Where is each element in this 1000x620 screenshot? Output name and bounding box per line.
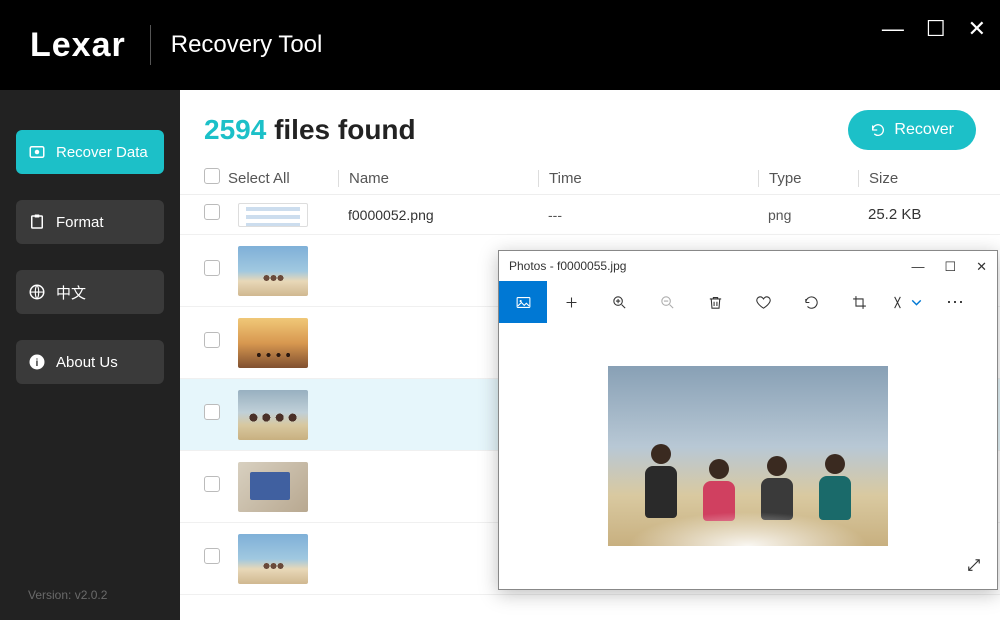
brand-logo: Lexar [0, 26, 150, 65]
sidebar-item-label: Format [56, 214, 104, 231]
favorite-button[interactable] [739, 281, 787, 323]
sidebar-item-label: About Us [56, 354, 118, 371]
files-count: 2594 [204, 114, 266, 145]
row-checkbox[interactable] [204, 260, 220, 276]
col-time[interactable]: Time [538, 170, 758, 187]
close-icon[interactable]: ✕ [968, 18, 986, 40]
table-row[interactable]: f0000052.png --- png 25.2 KB [180, 195, 1000, 235]
info-icon: i [28, 353, 46, 371]
zoom-in-button[interactable] [595, 281, 643, 323]
globe-icon [28, 283, 46, 301]
svg-text:i: i [36, 357, 39, 369]
row-checkbox[interactable] [204, 332, 220, 348]
col-type[interactable]: Type [758, 170, 858, 187]
sidebar-item-language[interactable]: 中文 [16, 270, 164, 314]
refresh-icon [870, 122, 886, 138]
select-all-checkbox[interactable] [204, 168, 220, 184]
row-checkbox[interactable] [204, 204, 220, 220]
viewer-minimize-icon[interactable]: — [911, 260, 924, 273]
minimize-icon[interactable]: — [882, 18, 904, 40]
row-checkbox[interactable] [204, 476, 220, 492]
file-thumbnail[interactable] [238, 462, 308, 512]
window-controls: — ☐ ✕ [882, 18, 986, 40]
format-icon [28, 213, 46, 231]
col-name[interactable]: Name [338, 170, 538, 187]
photo-viewer-body [499, 323, 997, 589]
app-title: Recovery Tool [151, 31, 323, 59]
viewer-maximize-icon[interactable]: ☐ [944, 260, 956, 273]
file-thumbnail[interactable] [238, 246, 308, 296]
version-label: Version: v2.0.2 [0, 588, 180, 620]
sidebar-item-label: 中文 [56, 282, 86, 303]
title-bar: Lexar Recovery Tool — ☐ ✕ [0, 0, 1000, 90]
files-found-heading: 2594 files found [204, 114, 416, 146]
rotate-button[interactable] [787, 281, 835, 323]
file-type: png [758, 207, 858, 223]
sidebar-item-about[interactable]: i About Us [16, 340, 164, 384]
column-headers: Select All Name Time Type Size [180, 164, 1000, 195]
photo-preview [608, 366, 888, 546]
expand-button[interactable] [965, 556, 983, 579]
recover-button-label: Recover [894, 121, 954, 139]
row-checkbox[interactable] [204, 548, 220, 564]
photo-viewer-titlebar[interactable]: Photos - f0000055.jpg — ☐ ✕ [499, 251, 997, 281]
main-panel: 2594 files found Recover Select All Name… [180, 90, 1000, 620]
file-name: f0000052.png [338, 207, 538, 223]
row-checkbox[interactable] [204, 404, 220, 420]
file-thumbnail[interactable] [238, 534, 308, 584]
view-image-button[interactable] [499, 281, 547, 323]
recover-icon [28, 143, 46, 161]
file-thumbnail[interactable] [238, 390, 308, 440]
sidebar: Recover Data Format 中文 i About Us Versio… [0, 90, 180, 620]
file-size: 25.2 KB [858, 206, 976, 223]
col-size[interactable]: Size [858, 170, 976, 187]
photo-viewer-window[interactable]: Photos - f0000055.jpg — ☐ ✕ ⋯ [498, 250, 998, 590]
sidebar-item-format[interactable]: Format [16, 200, 164, 244]
viewer-close-icon[interactable]: ✕ [976, 260, 987, 273]
maximize-icon[interactable]: ☐ [926, 18, 946, 40]
zoom-out-button[interactable] [643, 281, 691, 323]
col-select-all[interactable]: Select All [228, 170, 338, 187]
file-thumbnail[interactable] [238, 203, 308, 227]
crop-button[interactable] [835, 281, 883, 323]
sidebar-item-recover-data[interactable]: Recover Data [16, 130, 164, 174]
delete-button[interactable] [691, 281, 739, 323]
files-found-label: files found [274, 114, 416, 145]
file-thumbnail[interactable] [238, 318, 308, 368]
recover-button[interactable]: Recover [848, 110, 976, 150]
more-button[interactable]: ⋯ [931, 281, 979, 323]
photo-viewer-toolbar: ⋯ [499, 281, 997, 323]
add-button[interactable] [547, 281, 595, 323]
edit-button[interactable] [883, 281, 931, 323]
sidebar-item-label: Recover Data [56, 144, 148, 161]
photo-viewer-title: Photos - f0000055.jpg [509, 259, 626, 273]
file-time: --- [538, 207, 758, 223]
